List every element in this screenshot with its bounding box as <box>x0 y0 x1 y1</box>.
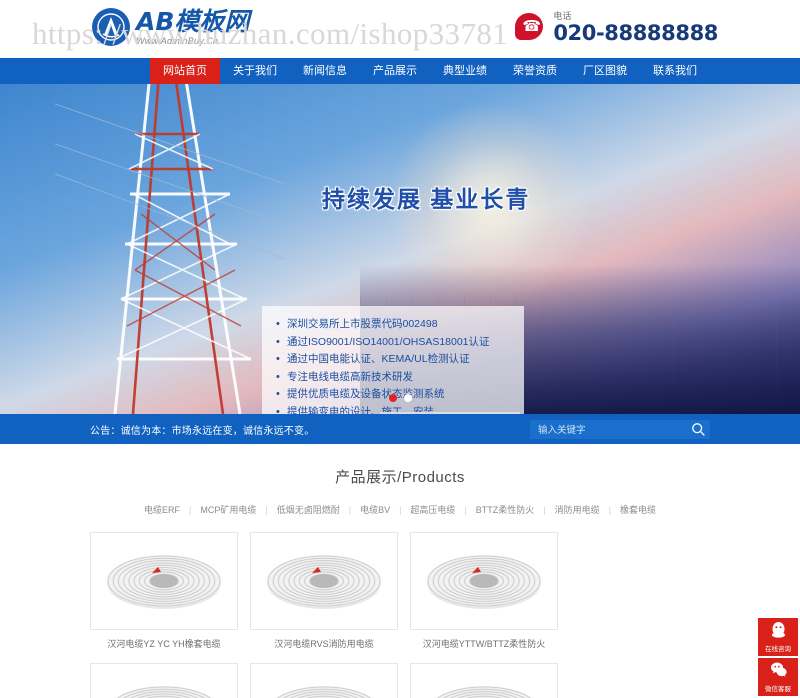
product-card[interactable]: 汉河电缆高压超高压电缆 <box>90 663 238 698</box>
notice-text: 公告：诚信为本：市场永远在变，诚信永远不变。 <box>90 425 315 437</box>
header-phone: ☎ 电话 020-88888888 <box>515 12 718 44</box>
product-title: 汉河电缆YZ YC YH橡套电缆 <box>107 639 221 649</box>
product-category-7[interactable]: 消防用电缆 <box>546 503 609 516</box>
nav-item-5[interactable]: 典型业绩 <box>430 58 500 84</box>
qq-penguin-icon <box>770 621 787 641</box>
banner-bullet: 通过ISO9001/ISO14001/OHSAS18001认证 <box>276 334 524 352</box>
product-category-filter: 电缆ERF | MCP矿用电缆 | 低烟无卤阻燃耐 | 电缆BV | 超高压电缆 | BTTZ柔性防… <box>90 503 710 516</box>
banner-bullet: 深圳交易所上市股票代码002498 <box>276 316 524 334</box>
main-nav: 网站首页 关于我们 新闻信息 产品展示 典型业绩 荣誉资质 厂区图貌 联系我们 <box>0 58 800 84</box>
nav-item-1[interactable]: 网站首页 <box>150 58 220 84</box>
search-box[interactable] <box>530 419 710 440</box>
banner-dot-1[interactable] <box>388 394 397 402</box>
float-button-2[interactable]: 微信客服 <box>758 658 798 696</box>
product-category-8[interactable]: 橡套电缆 <box>611 503 665 516</box>
search-input[interactable] <box>530 420 710 440</box>
transmission-tower-image <box>55 84 285 414</box>
nav-item-2[interactable]: 关于我们 <box>220 58 290 84</box>
hero-banner: 持续发展 基业长青 深圳交易所上市股票代码002498通过ISO9001/ISO… <box>0 84 800 414</box>
product-category-1[interactable]: 电缆ERF <box>135 503 189 516</box>
nav-item-8[interactable]: 联系我们 <box>640 58 710 84</box>
logo-main-text: AB模板网 <box>136 6 250 36</box>
cable-coil-photo <box>410 532 558 630</box>
product-category-4[interactable]: 电缆BV <box>351 503 399 516</box>
product-card[interactable] <box>250 663 398 698</box>
product-card[interactable]: 汉河电缆YTTW/BTTZ柔性防火 <box>410 532 558 650</box>
cable-coil-photo <box>250 663 398 698</box>
floating-contact-bar: 在线咨询 微信客服 <box>758 618 798 698</box>
phone-number: 020-88888888 <box>553 21 718 45</box>
product-grid: 汉河电缆YZ YC YH橡套电缆 汉河电缆RVS消防用电缆 汉河电缆YTTW/BTT… <box>90 532 710 698</box>
cable-coil-photo <box>410 663 558 698</box>
banner-overlay-block <box>380 412 520 414</box>
nav-item-6[interactable]: 荣誉资质 <box>500 58 570 84</box>
notice-bar: 公告：诚信为本：市场永远在变，诚信永远不变。 <box>0 414 800 444</box>
product-card[interactable]: 汉河电缆YZ YC YH橡套电缆 <box>90 532 238 650</box>
float-button-label: 微信客服 <box>765 686 791 693</box>
search-icon[interactable] <box>691 422 706 437</box>
product-card[interactable]: 汉河电缆RVS消防用电缆 <box>250 532 398 650</box>
product-category-2[interactable]: MCP矿用电缆 <box>191 503 265 516</box>
cable-coil-photo <box>90 663 238 698</box>
product-category-6[interactable]: BTTZ柔性防火 <box>467 503 544 516</box>
float-button-1[interactable]: 在线咨询 <box>758 618 798 656</box>
phone-bubble-icon: ☎ <box>515 13 545 43</box>
product-category-3[interactable]: 低烟无卤阻燃耐 <box>268 503 349 516</box>
cable-coil-photo <box>90 532 238 630</box>
wechat-icon <box>770 661 787 681</box>
banner-bullet: 专注电线电缆高新技术研发 <box>276 369 524 387</box>
circle-a-logo-icon <box>92 8 130 46</box>
nav-item-3[interactable]: 新闻信息 <box>290 58 360 84</box>
products-section: 产品展示/Products 电缆ERF | MCP矿用电缆 | 低烟无卤阻燃耐 | 电缆BV… <box>0 444 800 698</box>
banner-dots[interactable] <box>0 394 800 402</box>
page-title: 产品展示/Products <box>335 469 465 486</box>
banner-dot-2[interactable] <box>403 394 412 402</box>
site-header: AB模板网 Www.AdminBuy.Cn ☎ 电话 020-88888888 <box>0 0 800 58</box>
product-card[interactable] <box>410 663 558 698</box>
cable-coil-photo <box>250 532 398 630</box>
product-title: 汉河电缆YTTW/BTTZ柔性防火 <box>422 639 546 649</box>
nav-item-7[interactable]: 厂区图貌 <box>570 58 640 84</box>
float-button-label: 在线咨询 <box>765 646 791 653</box>
logo-sub-text: Www.AdminBuy.Cn <box>136 35 219 46</box>
page-root: AB模板网 Www.AdminBuy.Cn ☎ 电话 020-88888888 … <box>0 0 800 698</box>
nav-item-4[interactable]: 产品展示 <box>360 58 430 84</box>
banner-bullet: 通过中国电能认证、KEMA/UL检测认证 <box>276 351 524 369</box>
product-title: 汉河电缆RVS消防用电缆 <box>274 639 374 649</box>
banner-title: 持续发展 基业长青 <box>322 186 531 212</box>
site-logo[interactable]: AB模板网 Www.AdminBuy.Cn <box>92 8 249 46</box>
product-category-5[interactable]: 超高压电缆 <box>401 503 464 516</box>
phone-label: 电话 <box>553 11 572 21</box>
